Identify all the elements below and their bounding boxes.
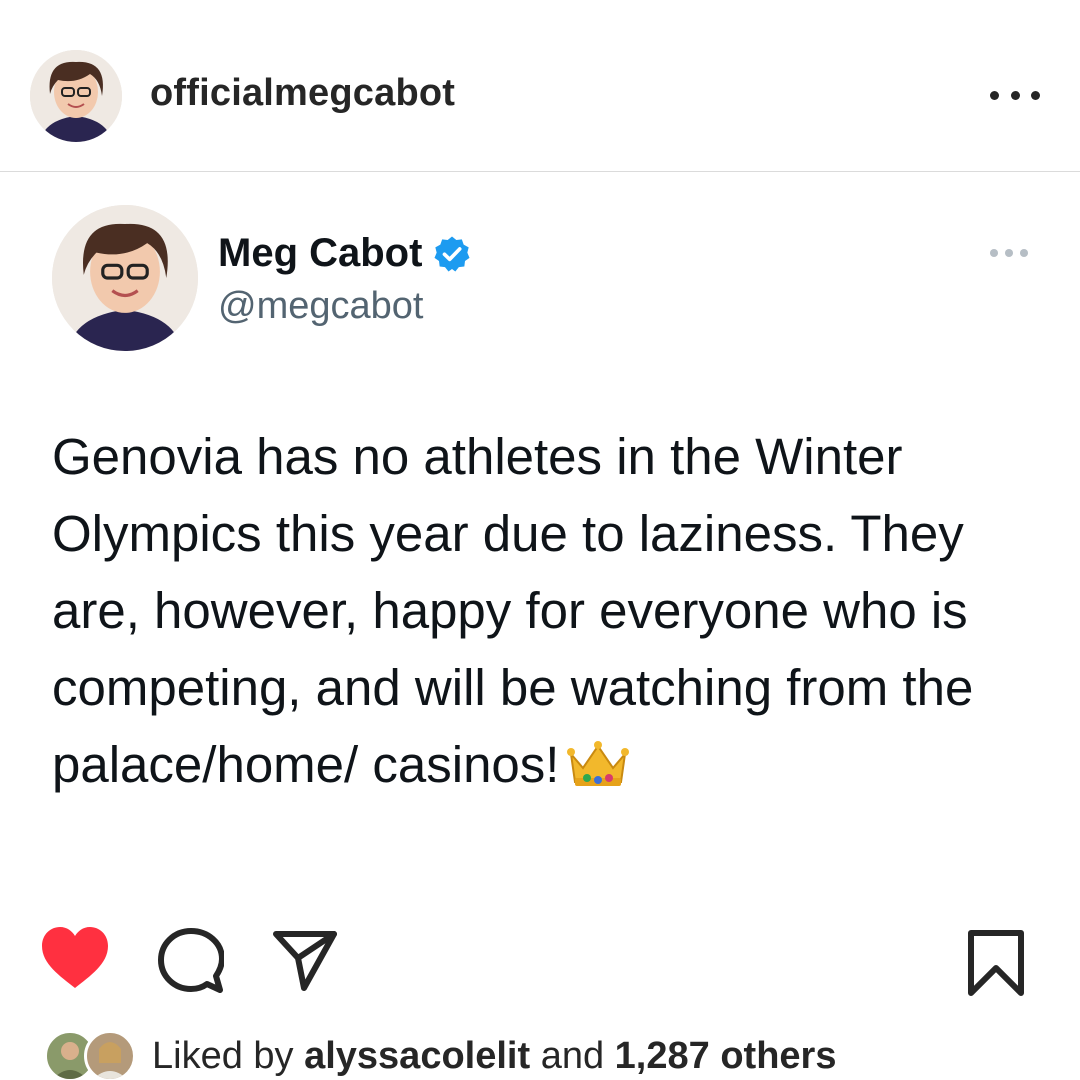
tweet-more-icon	[990, 247, 1028, 259]
tweet-avatar	[52, 205, 198, 351]
share-icon[interactable]	[272, 930, 338, 992]
liker-username[interactable]: alyssacolelit	[304, 1035, 530, 1077]
likes-prefix: Liked by	[152, 1034, 305, 1077]
liker-avatars[interactable]	[44, 1030, 140, 1080]
likes-row: Liked by alyssacolelit and 1,287 others	[44, 1028, 836, 1080]
tweet-display-name: Meg Cabot	[218, 231, 423, 275]
tweet-author: Meg Cabot	[218, 231, 472, 276]
avatar[interactable]	[30, 50, 122, 142]
verified-badge-icon	[434, 236, 470, 271]
tweet-body: Genovia has no athletes in the Winter Ol…	[52, 428, 974, 793]
bookmark-icon[interactable]	[966, 928, 1026, 998]
avatar	[84, 1030, 136, 1080]
likes-summary: Liked by alyssacolelit and 1,287 others	[152, 1035, 836, 1078]
post-username[interactable]: officialmegcabot	[150, 72, 455, 115]
comment-icon[interactable]	[158, 928, 224, 994]
crown-icon	[567, 741, 630, 786]
more-options-icon[interactable]	[990, 80, 1040, 110]
likes-middle: and	[530, 1034, 615, 1077]
heart-icon[interactable]	[40, 926, 110, 990]
likes-count[interactable]: 1,287 others	[615, 1035, 837, 1077]
tweet-text: Genovia has no athletes in the Winter Ol…	[52, 418, 1042, 803]
tweet-card: Meg Cabot @megcabot Genovia has no athle…	[0, 173, 1080, 903]
tweet-avatar-image	[52, 205, 198, 351]
avatar-image	[30, 50, 122, 142]
tweet-handle: @megcabot	[218, 285, 424, 327]
post-header: officialmegcabot	[0, 0, 1080, 172]
action-bar	[0, 920, 1080, 1000]
